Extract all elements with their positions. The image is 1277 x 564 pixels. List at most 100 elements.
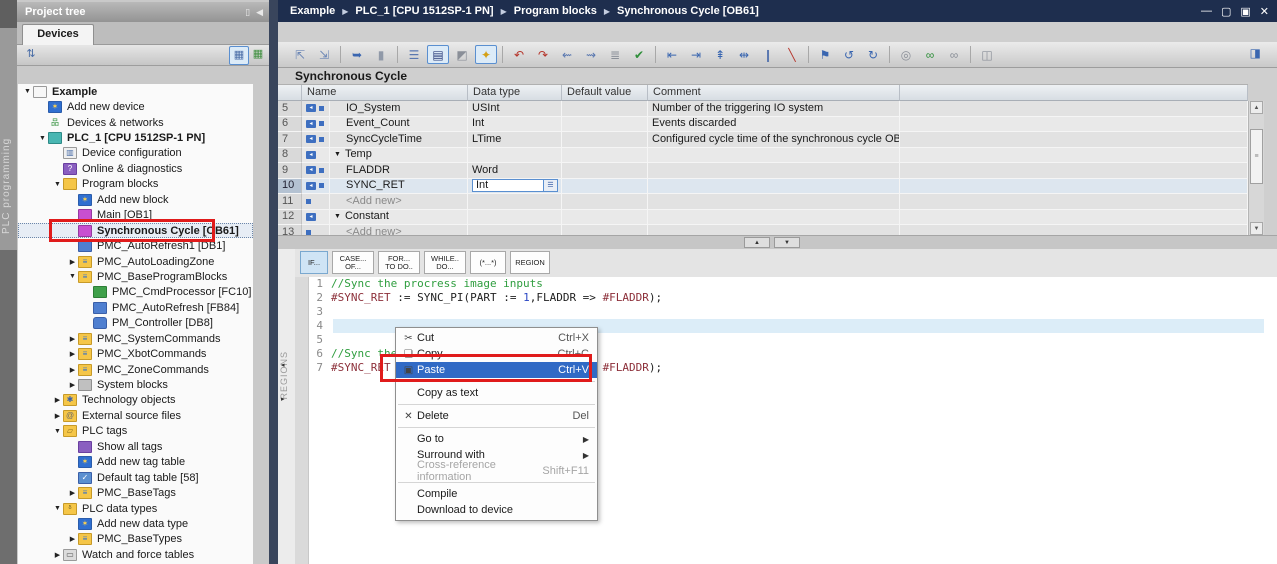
snapshot-icon[interactable]: ◫	[976, 45, 998, 64]
close-button[interactable]: ✕	[1260, 5, 1269, 18]
redo-changes-icon[interactable]: ↷	[532, 45, 554, 64]
unindent-icon[interactable]: ⇞	[709, 45, 731, 64]
table-row-11[interactable]: 11<Add new>	[278, 194, 1248, 210]
maximize-button[interactable]: ▣	[1240, 5, 1250, 18]
breadcrumb-item-example[interactable]: Example	[290, 5, 335, 17]
snippet-tab-[interactable]: (*...*)	[470, 251, 506, 274]
collapse-panel-icon[interactable]: ◀	[256, 2, 263, 22]
portal-rail-label[interactable]: PLC programming	[1, 34, 16, 234]
bookmark-icon[interactable]: ❙	[757, 45, 779, 64]
section-collapse-icon[interactable]: ▼	[334, 210, 341, 225]
breadcrumb-item-plc-1-cpu-1512sp-1-pn[interactable]: PLC_1 [CPU 1512SP-1 PN]	[355, 5, 493, 17]
network-list-icon[interactable]: ☰	[403, 45, 425, 64]
tree-item-watch-and-force-tables[interactable]: ▶▭Watch and force tables	[18, 547, 253, 562]
split-editor-icon[interactable]: ◨	[1249, 45, 1262, 61]
table-row-8[interactable]: 8◂▼Temp	[278, 148, 1248, 164]
expand-arrow-icon[interactable]: ▶	[67, 381, 78, 389]
column-header-default-value[interactable]: Default value	[562, 85, 648, 101]
menu-item-delete[interactable]: ✕DeleteDel	[396, 408, 597, 424]
tree-item-pmc-basetags[interactable]: ▶≡PMC_BaseTags	[18, 485, 253, 500]
tree-item-pmc-autoloadingzone[interactable]: ▶≡PMC_AutoLoadingZone	[18, 254, 253, 269]
panel-divider[interactable]	[269, 0, 278, 564]
column-header-comment[interactable]: Comment	[648, 85, 900, 101]
tree-item-online-diagnostics[interactable]: ?Online & diagnostics	[18, 161, 253, 176]
table-row-12[interactable]: 12◂▼Constant	[278, 210, 1248, 226]
tree-item-add-new-block[interactable]: ✶Add new block	[18, 192, 253, 207]
snippet-tab-if[interactable]: IF...	[300, 251, 328, 274]
block-interface-icon[interactable]: ▤	[427, 45, 449, 64]
scroll-thumb[interactable]: ≡	[1250, 129, 1263, 184]
code-line-1[interactable]: 1//Sync the procress image inputs	[295, 277, 1277, 291]
tree-item-pmc-baseprogramblocks[interactable]: ▼≡PMC_BaseProgramBlocks	[18, 269, 253, 284]
tree-item-plc-data-types[interactable]: ▼ᵟPLC data types	[18, 501, 253, 516]
variable-table-scrollbar[interactable]: ▲ ≡ ▼	[1248, 101, 1264, 235]
details-view-icon[interactable]: ▦	[229, 46, 249, 65]
tree-item-pmc-autorefresh-fb84[interactable]: PMC_AutoRefresh [FB84]	[18, 300, 253, 315]
section-collapse-icon[interactable]: ▼	[334, 148, 341, 163]
scroll-down-icon[interactable]: ▼	[1250, 222, 1263, 235]
snippet-tab-while-do[interactable]: WHILE..DO...	[424, 251, 466, 274]
tree-item-external-source-files[interactable]: ▶@External source files	[18, 408, 253, 423]
table-row-7[interactable]: 7◂SyncCycleTimeLTimeConfigured cycle tim…	[278, 132, 1248, 148]
tree-item-default-tag-table-58[interactable]: ✓Default tag table [58]	[18, 470, 253, 485]
table-row-9[interactable]: 9◂FLADDRWord	[278, 163, 1248, 179]
collapse-arrow-icon[interactable]: ▼	[22, 88, 33, 95]
absolute-relative-icon[interactable]: ⇹	[733, 45, 755, 64]
jump-forward-icon[interactable]: ⇝	[580, 45, 602, 64]
indent-icon[interactable]: ⇥	[685, 45, 707, 64]
expand-arrow-icon[interactable]: ▶	[52, 551, 63, 559]
remove-bookmark-icon[interactable]: ╲	[781, 45, 803, 64]
consistency-check-icon[interactable]: ✔	[628, 45, 650, 64]
collapse-arrow-icon[interactable]: ▼	[37, 135, 48, 142]
menu-item-go-to[interactable]: Go to▶	[396, 431, 597, 447]
expand-up-button[interactable]: ▲	[744, 237, 770, 248]
table-row-10[interactable]: 10◂SYNC_RETInt☰	[278, 179, 1248, 195]
breakpoint-flag-icon[interactable]: ⚑	[814, 45, 836, 64]
expand-arrow-icon[interactable]: ▶	[67, 258, 78, 266]
table-row-5[interactable]: 5◂IO_SystemUSIntNumber of the triggering…	[278, 101, 1248, 117]
collapse-arrow-icon[interactable]: ▼	[52, 428, 63, 435]
tree-item-pmc-systemcommands[interactable]: ▶≡PMC_SystemCommands	[18, 331, 253, 346]
tree-item-add-new-tag-table[interactable]: ✶Add new tag table	[18, 455, 253, 470]
download-block-icon[interactable]: ➥	[346, 45, 368, 64]
collapse-arrow-icon[interactable]: ▼	[52, 181, 63, 188]
collapse-arrow-icon[interactable]: ▼	[52, 505, 63, 512]
tree-item-show-all-tags[interactable]: Show all tags	[18, 439, 253, 454]
regions-collapse-icon[interactable]: ◂	[281, 361, 285, 369]
table-row-6[interactable]: 6◂Event_CountIntEvents discarded	[278, 117, 1248, 133]
snippet-tab-for-to-do[interactable]: FOR...TO DO..	[378, 251, 420, 274]
data-type-combo[interactable]: Int☰	[472, 179, 558, 192]
menu-item-cut[interactable]: ✂CutCtrl+X	[396, 330, 597, 346]
tree-item-devices-networks[interactable]: 品Devices & networks	[18, 115, 253, 130]
tree-item-pmc-basetypes[interactable]: ▶≡PMC_BaseTypes	[18, 532, 253, 547]
menu-item-copy-as-text[interactable]: Copy as text	[396, 385, 597, 401]
restore-button[interactable]: ▢	[1221, 5, 1231, 18]
tree-item-plc-1-cpu-1512sp-1-pn[interactable]: ▼PLC_1 [CPU 1512SP-1 PN]	[18, 130, 253, 145]
next-breakpoint-icon[interactable]: ↻	[862, 45, 884, 64]
column-header-data-type[interactable]: Data type	[468, 85, 562, 101]
column-header-blank[interactable]	[278, 85, 302, 101]
tree-item-example[interactable]: ▼Example	[18, 84, 253, 99]
keep-block-icon[interactable]: ▮	[370, 45, 392, 64]
tree-item-program-blocks[interactable]: ▼Program blocks	[18, 177, 253, 192]
tree-item-system-blocks[interactable]: ▶System blocks	[18, 377, 253, 392]
regions-expand-icon[interactable]: ▸	[281, 395, 285, 403]
menu-item-compile[interactable]: Compile	[396, 486, 597, 502]
tree-item-add-new-data-type[interactable]: ✶Add new data type	[18, 516, 253, 531]
collapse-arrow-icon[interactable]: ▼	[67, 273, 78, 280]
expand-arrow-icon[interactable]: ▶	[67, 350, 78, 358]
code-line-3[interactable]: 3	[295, 305, 1277, 319]
breadcrumb-item-synchronous-cycle-ob61[interactable]: Synchronous Cycle [OB61]	[617, 5, 759, 17]
tree-item-device-configuration[interactable]: ▥Device configuration	[18, 146, 253, 161]
tree-item-add-new-device[interactable]: ✶Add new device	[18, 99, 253, 114]
configure-view-icon[interactable]: ▦	[249, 46, 267, 63]
expand-arrow-icon[interactable]: ▶	[67, 489, 78, 497]
tree-item-plc-tags[interactable]: ▼▱PLC tags	[18, 424, 253, 439]
column-header-blank[interactable]	[900, 85, 1248, 101]
insert-row-after-icon[interactable]: ⇲	[313, 45, 335, 64]
expand-arrow-icon[interactable]: ▶	[67, 335, 78, 343]
jump-back-icon[interactable]: ⇜	[556, 45, 578, 64]
show-comments-icon[interactable]: ≣	[604, 45, 626, 64]
tree-item-pmc-zonecommands[interactable]: ▶≡PMC_ZoneCommands	[18, 362, 253, 377]
code-line-2[interactable]: 2#SYNC_RET := SYNC_PI(PART := 1,FLADDR =…	[295, 291, 1277, 305]
